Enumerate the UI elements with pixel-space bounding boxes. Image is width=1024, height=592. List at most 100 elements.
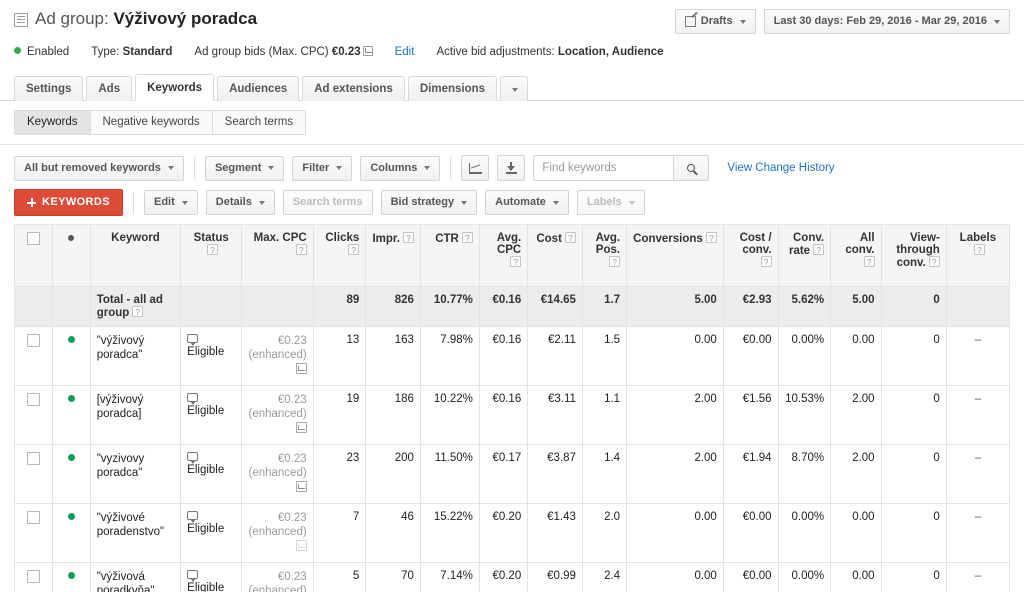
help-icon[interactable]: ? — [863, 256, 875, 267]
help-icon[interactable]: ? — [973, 244, 985, 255]
row-checkbox[interactable] — [26, 393, 40, 406]
help-icon[interactable]: ? — [609, 256, 621, 267]
row-checkbox[interactable] — [26, 570, 40, 583]
add-keywords-button[interactable]: KEYWORDS — [14, 189, 123, 216]
drafts-button[interactable]: Drafts — [674, 9, 756, 34]
details-dropdown[interactable]: Details — [205, 190, 275, 215]
chart-toggle-button[interactable] — [461, 155, 490, 181]
toolbar-divider — [193, 157, 195, 179]
subtab-search-terms[interactable]: Search terms — [211, 110, 307, 135]
table-row-5[interactable]: "výživová poradkyňa" Eligible €0.23 (enh… — [14, 562, 1011, 592]
row-max-cpc-cell[interactable]: €0.23 (enhanced) — [241, 503, 314, 563]
help-icon[interactable]: ? — [564, 232, 576, 243]
speech-bubble-icon — [187, 570, 199, 582]
totals-check-cell — [14, 286, 53, 327]
help-icon[interactable]: ? — [295, 244, 307, 255]
help-icon[interactable]: ? — [132, 306, 144, 317]
keywords-table: Keyword Status? Max. CPC? Clicks? Impr.?… — [14, 224, 1011, 592]
tab-more-dropdown[interactable] — [500, 76, 529, 101]
totals-cost: €14.65 — [527, 286, 583, 327]
help-icon[interactable]: ? — [705, 232, 717, 243]
row-keyword-cell[interactable]: "výživové poradenstvo" — [89, 503, 182, 563]
row-max-cpc-cell[interactable]: €0.23 (enhanced) — [241, 385, 314, 445]
row-keyword-cell[interactable]: "vyzivovy poradca" — [89, 444, 182, 504]
tab-settings[interactable]: Settings — [14, 76, 84, 101]
col-cost[interactable]: Cost? — [527, 224, 583, 287]
edit-link[interactable]: Edit — [395, 46, 415, 58]
bids-label: Ad group bids (Max. CPC) — [194, 46, 329, 58]
table-row-3[interactable]: "vyzivovy poradca" Eligible €0.23 (enhan… — [14, 444, 1011, 504]
table-row-1[interactable]: "výživový poradca" Eligible €0.23 (enhan… — [14, 326, 1011, 386]
help-icon[interactable]: ? — [461, 232, 473, 243]
table-row-2[interactable]: [výživový poradca] Eligible €0.23 (enhan… — [14, 385, 1011, 445]
col-avg-cpc[interactable]: Avg. CPC? — [478, 224, 529, 287]
tab-ads[interactable]: Ads — [86, 76, 133, 101]
help-icon[interactable]: ? — [760, 256, 772, 267]
help-icon[interactable]: ? — [928, 256, 940, 267]
bid-strategy-dropdown[interactable]: Bid strategy — [380, 190, 478, 215]
col-view-through-conv[interactable]: View-through conv.? — [880, 224, 947, 287]
row-max-cpc-cell[interactable]: €0.23 (enhanced) — [241, 444, 314, 504]
filter-dropdown[interactable]: Filter — [292, 155, 353, 181]
chevron-down-icon — [181, 200, 188, 205]
col-all-conv[interactable]: All conv.? — [830, 224, 882, 287]
download-button[interactable] — [497, 155, 526, 181]
row-max-cpc-cell[interactable]: €0.23 (enhanced) — [241, 326, 314, 386]
enhanced-cpc-icon — [295, 481, 307, 492]
help-icon[interactable]: ? — [207, 244, 219, 255]
row-cost: €1.43 — [527, 503, 583, 563]
row-checkbox[interactable] — [26, 452, 40, 465]
columns-dropdown[interactable]: Columns — [360, 155, 441, 181]
col-ctr[interactable]: CTR? — [419, 224, 480, 287]
primary-tabs: Settings Ads Keywords Audiences Ad exten… — [0, 74, 1024, 101]
row-max-cpc-cell[interactable]: €0.23 (enhanced) — [241, 562, 314, 592]
col-conv-rate[interactable]: Conv. rate? — [777, 224, 832, 287]
row-cost-conv: €1.56 — [722, 385, 779, 445]
date-range-picker[interactable]: Last 30 days: Feb 29, 2016 - Mar 29, 201… — [763, 9, 1010, 34]
max-cpc-wrap: €0.23 (enhanced) — [248, 570, 307, 592]
chart-icon — [468, 162, 482, 174]
bid-chart-icon[interactable] — [362, 46, 373, 56]
col-impr[interactable]: Impr.? — [365, 224, 421, 287]
col-all-conv-label: All conv. — [845, 232, 875, 256]
col-max-cpc[interactable]: Max. CPC? — [241, 224, 314, 287]
help-icon[interactable]: ? — [402, 232, 414, 243]
tab-keywords[interactable]: Keywords — [135, 74, 215, 101]
adjustments-label: Active bid adjustments: — [436, 46, 555, 58]
subtab-keywords[interactable]: Keywords — [14, 110, 91, 135]
help-icon[interactable]: ? — [813, 244, 825, 255]
select-all-checkbox[interactable] — [26, 232, 40, 245]
row-keyword-cell[interactable]: [výživový poradca] — [89, 385, 182, 445]
row-avg-pos: 1.4 — [581, 444, 628, 504]
col-labels[interactable]: Labels? — [945, 224, 1011, 287]
col-cost-conv[interactable]: Cost / conv.? — [722, 224, 779, 287]
col-keyword[interactable]: Keyword — [89, 224, 182, 287]
row-keyword-cell[interactable]: "výživová poradkyňa" — [89, 562, 182, 592]
edit-dropdown[interactable]: Edit — [143, 190, 198, 215]
row-checkbox[interactable] — [26, 511, 40, 524]
automate-dropdown[interactable]: Automate — [485, 190, 569, 215]
table-row-4[interactable]: "výživové poradenstvo" Eligible €0.23 (e… — [14, 503, 1011, 563]
totals-avg-pos: 1.7 — [581, 286, 628, 327]
search-input[interactable] — [533, 155, 674, 181]
subtab-negative-keywords[interactable]: Negative keywords — [89, 110, 213, 135]
bid-strategy-label: Bid strategy — [390, 196, 455, 208]
totals-labels-cell — [945, 286, 1011, 327]
segment-dropdown[interactable]: Segment — [204, 155, 285, 181]
search-button[interactable] — [673, 155, 710, 181]
keyword-text: "výživové poradenstvo" — [96, 512, 165, 538]
col-avg-pos[interactable]: Avg. Pos.? — [581, 224, 628, 287]
tab-ad-extensions[interactable]: Ad extensions — [302, 76, 405, 101]
tab-audiences[interactable]: Audiences — [217, 76, 300, 101]
tab-dimensions[interactable]: Dimensions — [407, 76, 498, 101]
totals-impr: 826 — [365, 286, 421, 327]
view-change-history-link[interactable]: View Change History — [727, 162, 834, 174]
col-status[interactable]: Status? — [180, 224, 243, 287]
row-checkbox[interactable] — [26, 334, 40, 347]
row-keyword-cell[interactable]: "výživový poradca" — [89, 326, 182, 386]
keyword-scope-dropdown[interactable]: All but removed keywords — [14, 155, 184, 181]
col-conversions[interactable]: Conversions? — [626, 224, 724, 287]
col-clicks[interactable]: Clicks? — [312, 224, 367, 287]
help-icon[interactable]: ? — [510, 256, 522, 267]
help-icon[interactable]: ? — [348, 244, 360, 255]
